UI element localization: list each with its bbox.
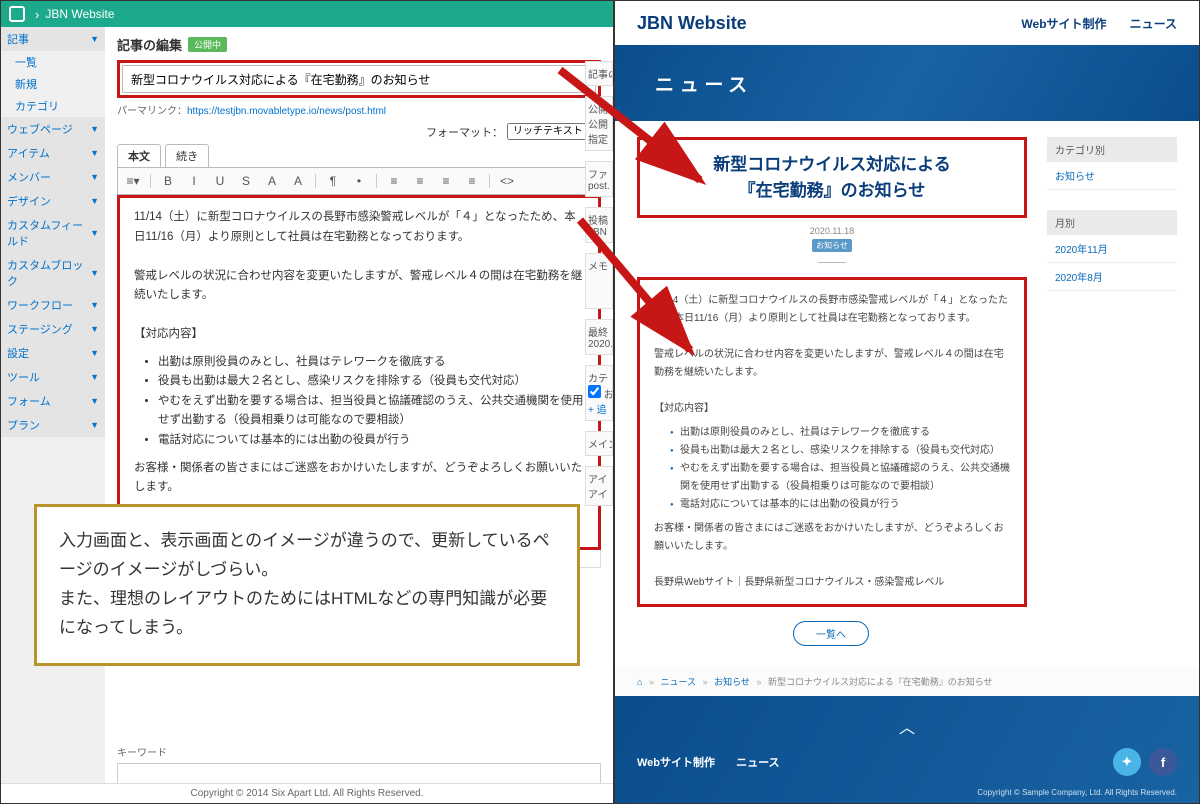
align-right-button[interactable]: ≡ — [437, 172, 455, 190]
hero: ニュース — [615, 45, 1199, 121]
site-brand[interactable]: JBN Website — [637, 13, 747, 34]
widget-memo[interactable]: メモ — [585, 253, 613, 309]
underline-button[interactable]: U — [211, 172, 229, 190]
nav-link-news[interactable]: ニュース — [1130, 17, 1177, 31]
sidebar-aside: カテゴリ別 お知らせ 月別 2020年11月 2020年8月 — [1047, 137, 1177, 657]
facebook-icon[interactable]: f — [1149, 748, 1177, 776]
sidebar-item-staging[interactable]: ステージング▼ — [1, 317, 105, 341]
site-header: JBN Website Webサイト制作 ニュース — [615, 1, 1199, 45]
bold-button[interactable]: B — [159, 172, 177, 190]
italic-button[interactable]: I — [185, 172, 203, 190]
align-center-button[interactable]: ≡ — [411, 172, 429, 190]
site-footer: ︿ Webサイト制作 ニュース ✦ f Copyright © Sample C… — [615, 696, 1199, 803]
site-copyright: Copyright © Sample Company, Ltd. All Rig… — [637, 788, 1177, 797]
sidebar-sub-category[interactable]: カテゴリ — [1, 95, 105, 117]
mt-logo-icon[interactable] — [9, 6, 25, 22]
permalink: パーマリンク：https://testjbn.movabletype.io/ne… — [117, 102, 601, 117]
sidebar-item-customblock[interactable]: カスタムブロック▼ — [1, 253, 105, 293]
article-body: 11/14（土）に新型コロナウイルスの長野市感染警戒レベルが「４」となったため、… — [637, 277, 1027, 607]
cms-topbar: › JBN Website — [1, 1, 613, 27]
back-button[interactable]: 一覧へ — [793, 621, 869, 646]
aside-cat-item[interactable]: お知らせ — [1047, 162, 1177, 190]
widget-file[interactable]: ファpost. — [585, 161, 613, 197]
crumb-link[interactable]: ニュース — [660, 677, 696, 687]
tab-more[interactable]: 続き — [165, 144, 209, 167]
annotation-callout: 入力画面と、表示画面とのイメージが違うので、更新しているページのイメージがしづら… — [34, 504, 580, 666]
sidebar-sub-list[interactable]: 一覧 — [1, 51, 105, 73]
widget-category[interactable]: カテ お+ 追 — [585, 365, 613, 421]
cms-panel: › JBN Website 記事▼ 一覧 新規 カテゴリ ウェブページ▼ アイテ… — [0, 0, 614, 804]
scroll-top-button[interactable]: ︿ — [637, 714, 1177, 738]
breadcrumb: ⌂ » ニュース » お知らせ » 新型コロナウイルス対応による『在宅勤務』のお… — [615, 667, 1199, 696]
sidebar: 記事▼ 一覧 新規 カテゴリ ウェブページ▼ アイテム▼ メンバー▼ デザイン▼… — [1, 27, 105, 783]
keyword-input[interactable] — [117, 763, 601, 783]
sidebar-item-form[interactable]: フォーム▼ — [1, 389, 105, 413]
list-button[interactable]: • — [350, 172, 368, 190]
sidebar-item-tools[interactable]: ツール▼ — [1, 365, 105, 389]
keyword-field: キーワード — [117, 744, 601, 783]
sidebar-item-workflow[interactable]: ワークフロー▼ — [1, 293, 105, 317]
aside-head-category: カテゴリ別 — [1047, 137, 1177, 162]
twitter-icon[interactable]: ✦ — [1113, 748, 1141, 776]
bgcolor-button[interactable]: A — [289, 172, 307, 190]
sidebar-item-assets[interactable]: アイテム▼ — [1, 141, 105, 165]
title-highlight-box — [117, 60, 601, 98]
permalink-link[interactable]: https://testjbn.movabletype.io/news/post… — [187, 106, 386, 117]
sidebar-item-plan[interactable]: プラン▼ — [1, 413, 105, 437]
widget-lastmod[interactable]: 最終2020. — [585, 319, 613, 355]
aside-head-month: 月別 — [1047, 210, 1177, 235]
widget-publish[interactable]: 公開日公開指定 — [585, 96, 613, 151]
site-name[interactable]: JBN Website — [45, 7, 114, 21]
preview-panel: JBN Website Webサイト制作 ニュース ニュース 新型コロナウイルス… — [614, 0, 1200, 804]
footer-link-news[interactable]: ニュース — [736, 757, 779, 769]
home-icon[interactable]: ⌂ — [637, 677, 642, 687]
cms-footer: Copyright © 2014 Six Apart Ltd. All Righ… — [1, 783, 613, 803]
textcolor-button[interactable]: A — [263, 172, 281, 190]
page-title: 記事の編集 — [117, 35, 182, 54]
sidebar-item-customfield[interactable]: カスタムフィールド▼ — [1, 213, 105, 253]
nav-link-web[interactable]: Webサイト制作 — [1021, 17, 1106, 31]
sidebar-item-members[interactable]: メンバー▼ — [1, 165, 105, 189]
article-date: 2020.11.18 — [637, 226, 1027, 236]
widget-author[interactable]: 投稿JBN — [585, 207, 613, 243]
editor-body[interactable]: 11/14（土）に新型コロナウイルスの長野市感染警戒レベルが「４」となったため、… — [117, 195, 601, 550]
sidebar-item-webpage[interactable]: ウェブページ▼ — [1, 117, 105, 141]
editor-toolbar: ≡▾ B I U S A A ¶ • ≡ ≡ ≡ ≡ <> — [117, 167, 601, 195]
aside-month-item[interactable]: 2020年8月 — [1047, 263, 1177, 291]
sidebar-item-settings[interactable]: 設定▼ — [1, 341, 105, 365]
widget-article[interactable]: 記事の — [585, 61, 613, 86]
paragraph-button[interactable]: ¶ — [324, 172, 342, 190]
strike-button[interactable]: S — [237, 172, 255, 190]
chevron-down-icon: ▼ — [90, 34, 99, 44]
tab-body[interactable]: 本文 — [117, 144, 161, 167]
article-title: 新型コロナウイルス対応による 『在宅勤務』のお知らせ — [637, 137, 1027, 218]
category-checkbox[interactable] — [588, 385, 601, 398]
widget-main[interactable]: メイン — [585, 431, 613, 456]
crumb-current: 新型コロナウイルス対応による『在宅勤務』のお知らせ — [768, 677, 993, 687]
toolbar-menu-icon[interactable]: ≡▾ — [124, 172, 142, 190]
format-label: フォーマット： — [426, 124, 503, 140]
footer-link-web[interactable]: Webサイト制作 — [637, 757, 715, 769]
article-tag[interactable]: お知らせ — [812, 239, 852, 252]
chevron-right-icon: › — [35, 7, 39, 22]
align-justify-button[interactable]: ≡ — [463, 172, 481, 190]
align-left-button[interactable]: ≡ — [385, 172, 403, 190]
sidebar-item-articles[interactable]: 記事▼ — [1, 27, 105, 51]
sidebar-sub-new[interactable]: 新規 — [1, 73, 105, 95]
widget-column: 記事の 公開日公開指定 ファpost. 投稿JBN メモ 最終2020. カテ … — [585, 61, 613, 516]
aside-month-item[interactable]: 2020年11月 — [1047, 235, 1177, 263]
divider — [818, 262, 846, 263]
crumb-link[interactable]: お知らせ — [714, 677, 750, 687]
title-input[interactable] — [122, 65, 596, 93]
widget-item[interactable]: アイアイ — [585, 466, 613, 506]
main-editor-area: 記事の編集 公開中 パーマリンク：https://testjbn.movable… — [105, 27, 613, 783]
source-button[interactable]: <> — [498, 172, 516, 190]
publish-badge: 公開中 — [188, 37, 227, 52]
sidebar-item-design[interactable]: デザイン▼ — [1, 189, 105, 213]
